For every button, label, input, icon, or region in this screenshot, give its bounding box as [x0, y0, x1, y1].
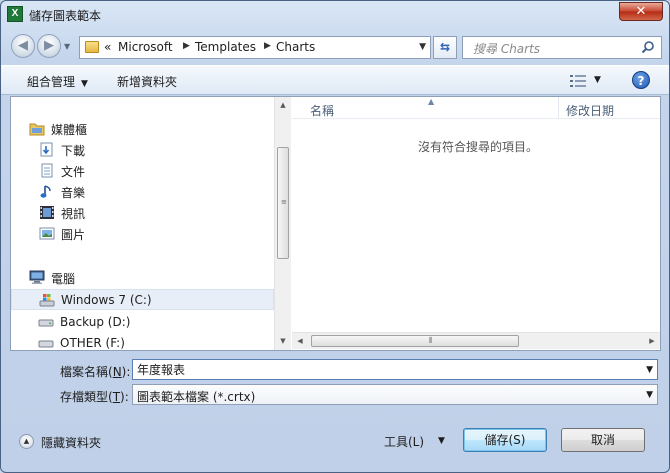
nav-label: 視訊 — [61, 207, 86, 221]
column-name[interactable]: 名稱 — [310, 102, 334, 119]
file-list[interactable]: 名稱 ▲ 修改日期 沒有符合搜尋的項目。 ◀ ⦀ ▶ — [292, 97, 660, 350]
title-bar: X 儲存圖表範本 ✕ — [1, 1, 669, 29]
nav-label: OTHER (F:) — [60, 336, 125, 350]
nav-item-libraries[interactable]: 媒體櫃 — [11, 118, 274, 139]
search-input[interactable]: 搜尋 Charts — [462, 36, 662, 59]
search-placeholder: 搜尋 Charts — [473, 42, 541, 56]
save-button[interactable]: 儲存(S) — [463, 428, 547, 452]
filename-field[interactable]: ▼ — [132, 359, 658, 380]
file-list-scrollbar[interactable]: ◀ ⦀ ▶ — [292, 332, 660, 349]
nav-item-drive-c[interactable]: Windows 7 (C:) — [11, 289, 274, 310]
search-icon[interactable] — [641, 40, 655, 54]
nav-scrollbar[interactable]: ▲ ≡ ▼ — [274, 97, 291, 350]
scroll-down-icon[interactable]: ▼ — [275, 333, 291, 350]
nav-label: 電腦 — [51, 272, 76, 286]
new-folder-button[interactable]: 新增資料夾 — [117, 73, 177, 90]
refresh-button[interactable]: ⇆ — [433, 36, 457, 59]
filetype-label: 存檔類型(T): — [60, 390, 129, 404]
scrollbar-thumb[interactable]: ⦀ — [311, 335, 519, 347]
filetype-value: 圖表範本檔案 (*.crtx) — [137, 390, 256, 404]
scroll-up-icon[interactable]: ▲ — [275, 97, 291, 114]
window-title: 儲存圖表範本 — [29, 9, 102, 23]
address-bar[interactable]: « Microsoft ▶ Templates ▶ Charts ▼ — [79, 36, 431, 59]
nav-label: 圖片 — [61, 228, 86, 242]
back-button[interactable]: ◀ — [11, 34, 35, 58]
breadcrumb-charts[interactable]: Charts — [276, 40, 315, 54]
nav-label: 下載 — [61, 144, 86, 158]
nav-label: 文件 — [61, 165, 86, 179]
sort-ascending-icon: ▲ — [428, 97, 435, 106]
nav-item-music[interactable]: 音樂 — [11, 181, 274, 202]
pictures-icon — [39, 227, 55, 240]
nav-label: Backup (D:) — [60, 315, 131, 329]
nav-label: 媒體櫃 — [51, 123, 88, 137]
column-divider[interactable] — [558, 97, 559, 119]
videos-icon — [40, 206, 54, 219]
chevron-down-icon[interactable]: ▼ — [646, 390, 653, 400]
computer-icon — [29, 270, 45, 284]
browser-panel: 媒體櫃 下載 文件 音樂 視訊 圖片 電腦 Windows 7 (C:) Bac… — [10, 96, 661, 351]
recent-marker[interactable]: « — [104, 40, 111, 54]
grip-icon: ≡ — [281, 198, 287, 206]
filename-input[interactable] — [133, 360, 623, 379]
recent-locations-icon[interactable]: ▼ — [64, 42, 70, 51]
nav-item-drive-f[interactable]: OTHER (F:) — [11, 333, 274, 350]
drive-icon — [38, 340, 54, 348]
view-chevron-icon[interactable]: ▼ — [594, 75, 601, 85]
library-folder-icon — [29, 123, 45, 136]
excel-icon: X — [7, 6, 23, 22]
downloads-icon — [40, 142, 53, 157]
breadcrumb-separator-icon[interactable]: ▶ — [183, 41, 190, 51]
breadcrumb-templates[interactable]: Templates — [195, 40, 256, 54]
filename-label: 檔案名稱(N): — [60, 365, 131, 379]
folder-icon — [85, 41, 99, 53]
navigation-pane[interactable]: 媒體櫃 下載 文件 音樂 視訊 圖片 電腦 Windows 7 (C:) Bac… — [11, 97, 274, 350]
organize-label: 組合管理 — [27, 75, 76, 89]
chevron-down-icon[interactable]: ▼ — [646, 365, 653, 375]
documents-icon — [41, 163, 53, 178]
forward-button[interactable]: ▶ — [37, 34, 61, 58]
breadcrumb-separator-icon[interactable]: ▶ — [264, 41, 271, 51]
breadcrumb-microsoft[interactable]: Microsoft — [118, 40, 173, 54]
windows-drive-icon — [39, 294, 55, 307]
chevron-down-icon[interactable]: ▼ — [438, 436, 445, 446]
save-dialog: X 儲存圖表範本 ✕ ◀ ▶ ▼ « Microsoft ▶ Templates… — [0, 0, 670, 473]
empty-message: 沒有符合搜尋的項目。 — [418, 140, 539, 154]
nav-item-pictures[interactable]: 圖片 — [11, 223, 274, 244]
column-date-modified[interactable]: 修改日期 — [566, 102, 614, 119]
command-bar: 組合管理 ▼ 新增資料夾 ▼ ? — [1, 65, 669, 95]
column-header: 名稱 ▲ 修改日期 — [292, 97, 660, 119]
organize-menu[interactable]: 組合管理 ▼ — [27, 73, 88, 90]
close-button[interactable]: ✕ — [619, 2, 663, 21]
nav-label: 音樂 — [61, 186, 86, 200]
music-icon — [40, 185, 51, 198]
nav-item-drive-d[interactable]: Backup (D:) — [11, 312, 274, 333]
drive-icon — [38, 319, 54, 327]
address-dropdown-icon[interactable]: ▼ — [419, 42, 426, 52]
nav-item-documents[interactable]: 文件 — [11, 160, 274, 181]
scroll-right-icon[interactable]: ▶ — [644, 333, 660, 350]
navigation-row: ◀ ▶ ▼ « Microsoft ▶ Templates ▶ Charts ▼… — [1, 31, 669, 61]
view-options-icon[interactable] — [570, 74, 586, 88]
help-icon[interactable]: ? — [632, 71, 650, 89]
scrollbar-thumb[interactable]: ≡ — [277, 147, 289, 259]
scroll-left-icon[interactable]: ◀ — [292, 333, 308, 350]
nav-item-downloads[interactable]: 下載 — [11, 139, 274, 160]
hide-folders-label: 隱藏資料夾 — [41, 436, 102, 450]
nav-item-computer[interactable]: 電腦 — [11, 267, 274, 288]
cancel-button[interactable]: 取消 — [561, 428, 645, 452]
tools-menu[interactable]: 工具(L) — [384, 433, 424, 450]
grip-icon: ⦀ — [429, 336, 433, 345]
collapse-icon: ▲ — [19, 434, 34, 449]
nav-item-videos[interactable]: 視訊 — [11, 202, 274, 223]
chevron-down-icon: ▼ — [81, 79, 88, 89]
filetype-select[interactable]: 圖表範本檔案 (*.crtx) ▼ — [132, 384, 658, 405]
nav-label: Windows 7 (C:) — [61, 293, 152, 307]
